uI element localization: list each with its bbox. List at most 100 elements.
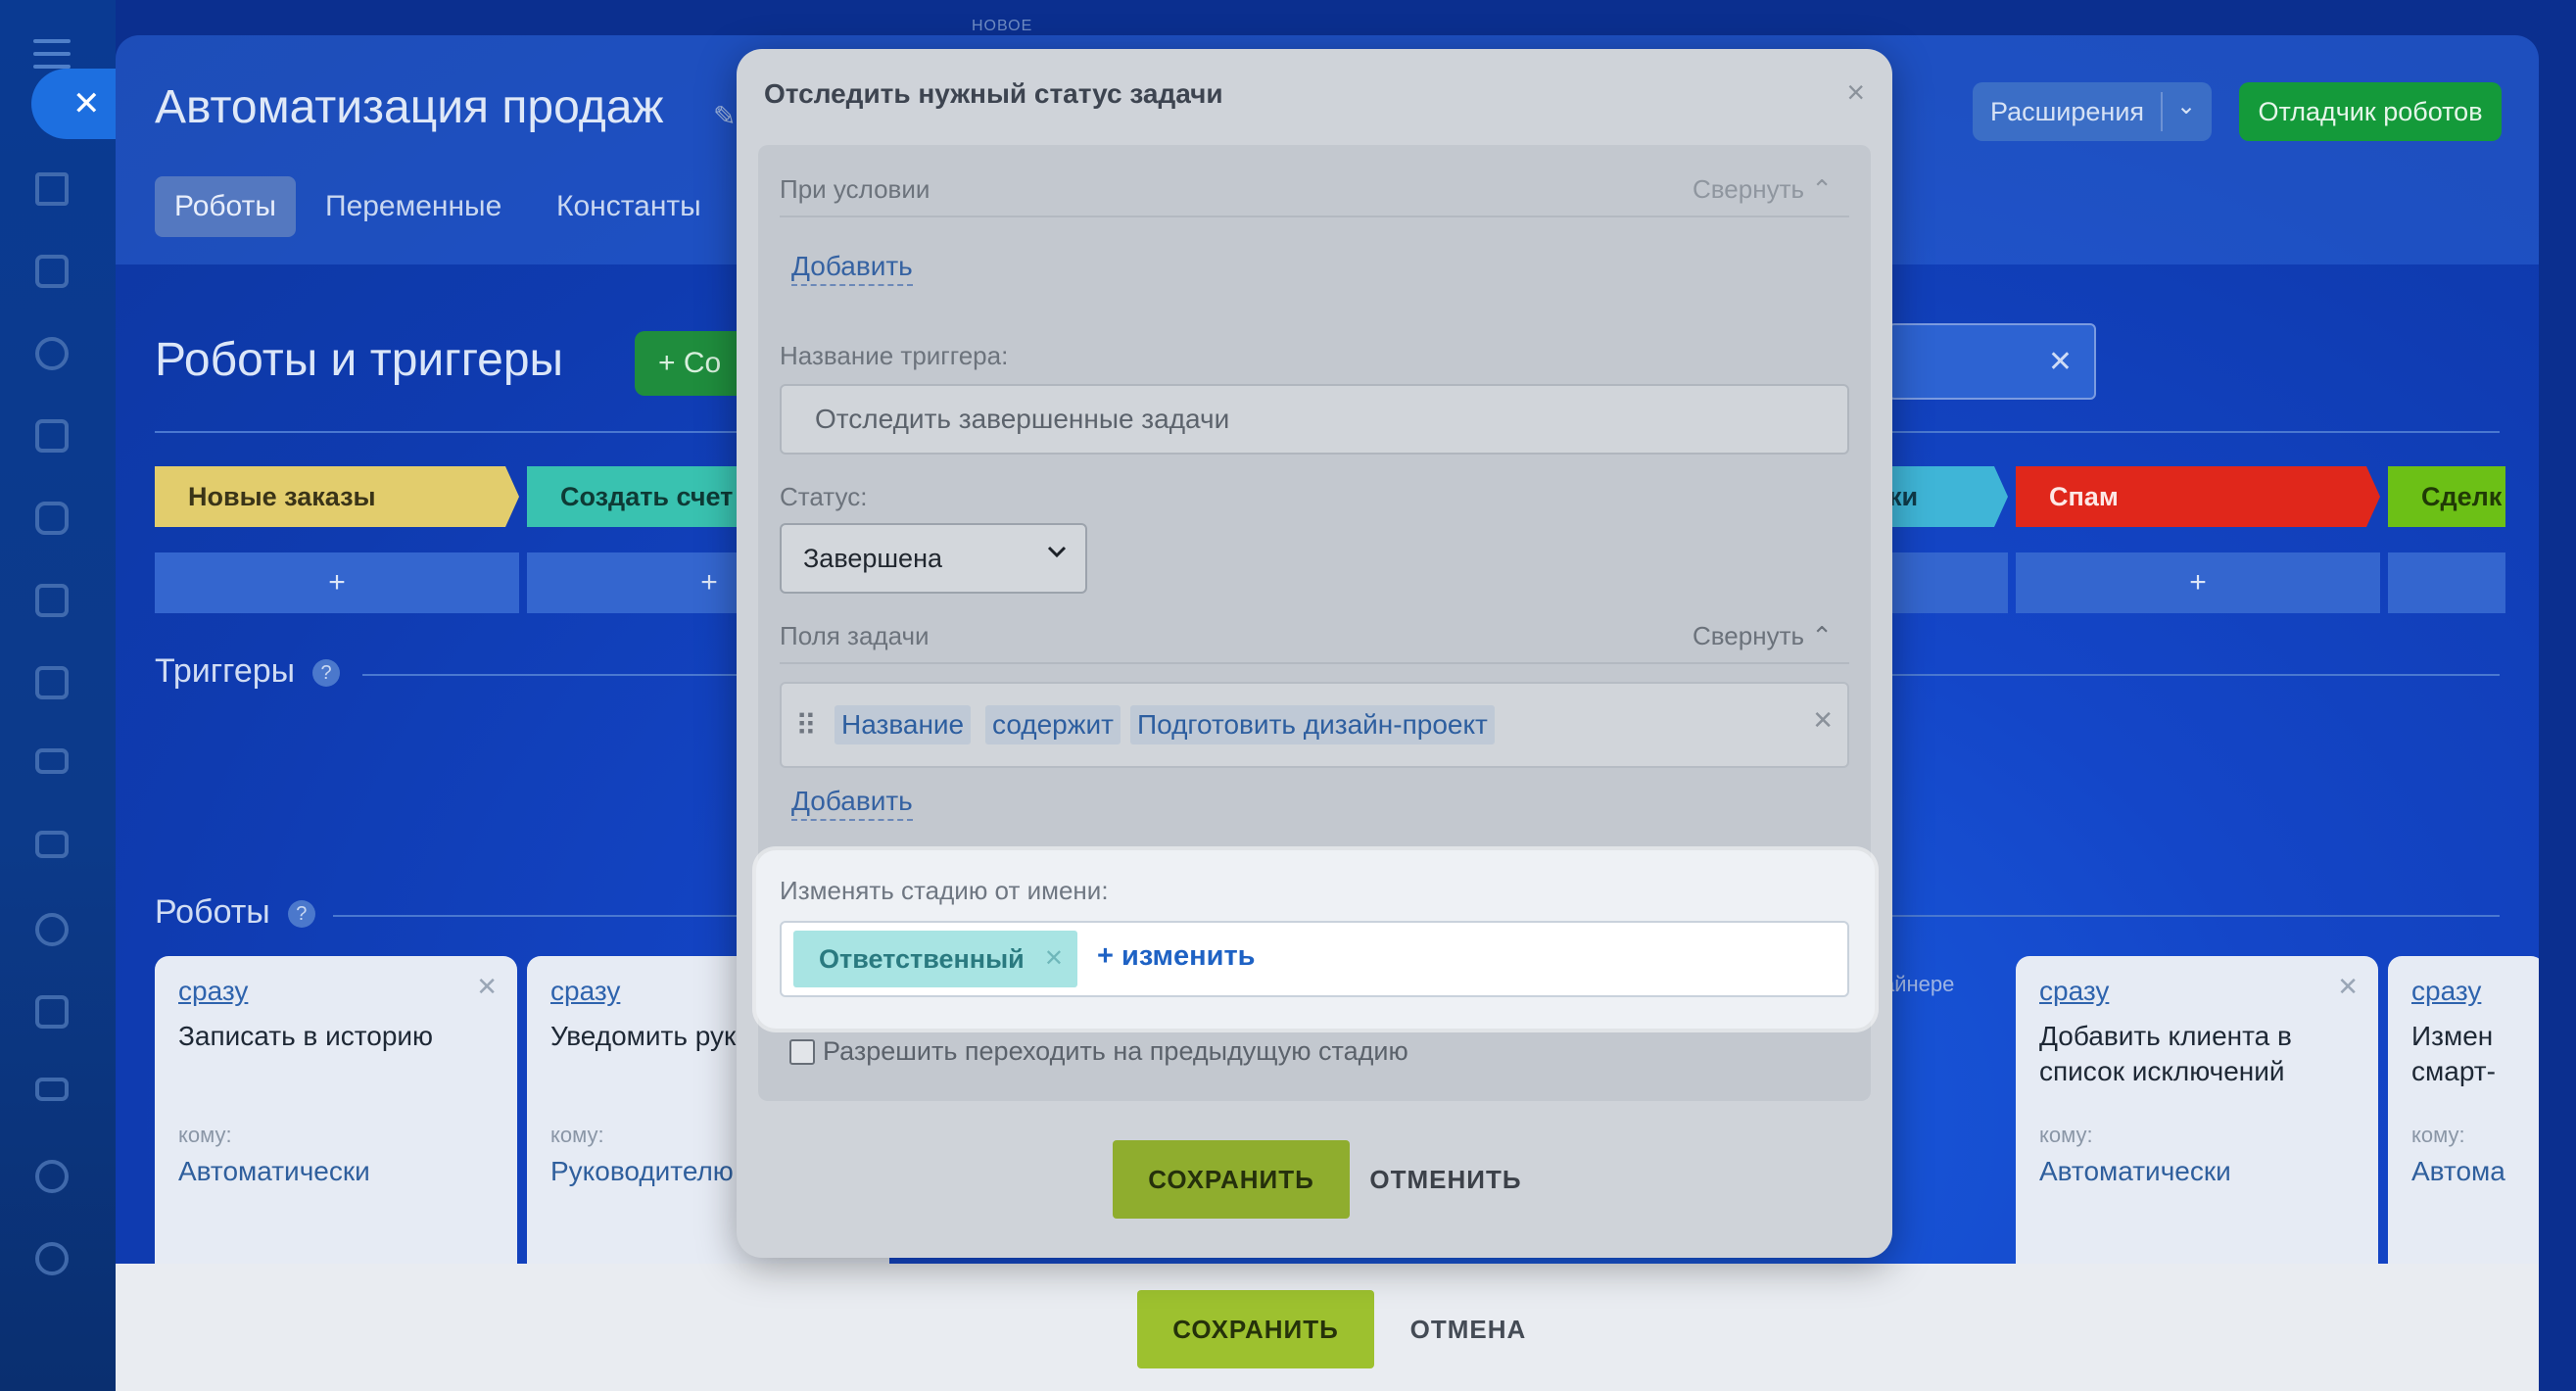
stage-label: ки xyxy=(1888,481,1919,511)
robots-title: Роботы xyxy=(155,893,270,931)
responsible-chip[interactable]: Ответственный ✕ xyxy=(793,931,1077,987)
clear-icon[interactable]: ✕ xyxy=(2048,345,2073,379)
trigger-name-input[interactable]: Отследить завершенные задачи xyxy=(780,384,1849,455)
stage-label: Новые заказы xyxy=(188,481,376,511)
documents-icon[interactable] xyxy=(35,666,69,699)
home-icon[interactable] xyxy=(35,172,69,206)
collapse-label: Свернуть xyxy=(1693,174,1805,204)
sites-icon[interactable] xyxy=(35,748,69,774)
add-trigger-button[interactable]: + xyxy=(155,552,519,613)
stage-label: Спам xyxy=(2049,481,2119,511)
condition-value[interactable]: Подготовить дизайн-проект xyxy=(1130,705,1495,744)
help-icon[interactable]: ? xyxy=(312,659,341,688)
trigger-name-label: Название триггера: xyxy=(780,341,1009,370)
tasks-icon[interactable] xyxy=(35,255,69,288)
robot-timing[interactable]: сразу xyxy=(178,976,248,1007)
page-title: Автоматизация продаж xyxy=(155,81,664,133)
section-title: Роботы и триггеры xyxy=(155,334,564,386)
allow-previous-stage-checkbox[interactable] xyxy=(789,1038,815,1065)
robot-timing[interactable]: сразу xyxy=(550,976,620,1007)
author-picker[interactable]: Ответственный ✕ + изменить xyxy=(780,921,1849,997)
remove-chip-icon[interactable]: ✕ xyxy=(1044,944,1064,973)
filter-input[interactable]: ✕ xyxy=(1888,323,2096,400)
robot-recipient: Автома xyxy=(2411,1156,2505,1186)
robot-recipient-label: кому: xyxy=(2411,1123,2465,1147)
extensions-button[interactable]: Расширения ⌄ xyxy=(1973,82,2212,141)
close-icon: ✕ xyxy=(72,85,101,122)
chevron-down-icon[interactable]: ⌄ xyxy=(2176,92,2196,120)
close-icon[interactable]: ✕ xyxy=(2337,972,2359,1002)
status-value: Завершена xyxy=(803,543,943,573)
dialog-cancel-button[interactable]: ОТМЕНИТЬ xyxy=(1367,1140,1524,1219)
dialog-title: Отследить нужный статус задачи xyxy=(764,78,1223,109)
close-icon[interactable]: ✕ xyxy=(476,972,498,1002)
robot-timing[interactable]: сразу xyxy=(2039,976,2109,1007)
robot-recipient: Автоматически xyxy=(2039,1156,2231,1186)
status-select[interactable]: Завершена xyxy=(780,523,1087,594)
robot-timing[interactable]: сразу xyxy=(2411,976,2481,1007)
automation-icon[interactable] xyxy=(35,1160,69,1193)
collapse-label: Свернуть xyxy=(1693,621,1805,650)
feed-icon[interactable] xyxy=(35,419,69,453)
drag-handle-icon[interactable]: ⠿ xyxy=(795,709,817,743)
stage-change-author-label: Изменять стадию от имени: xyxy=(780,876,1109,905)
responsible-label: Ответственный xyxy=(819,943,1025,974)
stage-deal[interactable]: Сделк xyxy=(2388,466,2505,527)
collapse-condition-button[interactable]: Свернуть ⌃ xyxy=(1693,174,1833,205)
triggers-heading: Триггеры? xyxy=(155,652,341,691)
extensions-label: Расширения xyxy=(1990,96,2145,126)
robot-debugger-button[interactable]: Отладчик роботов xyxy=(2239,82,2502,141)
stage-spam[interactable]: Спам xyxy=(2016,466,2380,527)
help-icon[interactable]: ? xyxy=(287,900,315,929)
status-label: Статус: xyxy=(780,482,868,511)
remove-condition-icon[interactable]: ✕ xyxy=(1812,705,1834,736)
crm-icon[interactable] xyxy=(35,337,69,370)
trigger-settings-dialog: Отследить нужный статус задачи × xyxy=(737,49,1892,1258)
stage-label: Сделк xyxy=(2421,481,2503,511)
add-trigger-button[interactable]: + xyxy=(2016,552,2380,613)
robot-name: Записать в историю xyxy=(178,1021,434,1051)
stage-label: Создать счет xyxy=(560,481,734,511)
robot-recipient: Руководителю xyxy=(550,1156,734,1186)
settings-icon[interactable] xyxy=(35,1242,69,1275)
add-trigger-button[interactable] xyxy=(2388,552,2505,613)
task-fields-label: Поля задачи xyxy=(780,621,930,650)
change-author-link[interactable]: + изменить xyxy=(1097,940,1255,973)
field-condition-row[interactable]: ⠿ Название содержит Подготовить дизайн-п… xyxy=(780,682,1849,768)
save-button[interactable]: СОХРАНИТЬ xyxy=(1137,1290,1374,1368)
pin-icon[interactable]: ✎ xyxy=(713,100,736,132)
close-icon[interactable]: × xyxy=(1846,74,1865,111)
add-field-link[interactable]: Добавить xyxy=(791,786,913,821)
divider xyxy=(780,662,1849,664)
mail-icon[interactable] xyxy=(35,831,69,858)
collapse-fields-button[interactable]: Свернуть ⌃ xyxy=(1693,621,1833,651)
left-nav-rail: ✕ xyxy=(0,0,153,1391)
calendar-icon[interactable] xyxy=(35,584,69,617)
menu-icon[interactable] xyxy=(33,39,71,69)
condition-label: При условии xyxy=(780,174,930,204)
stage-change-author-section: Изменять стадию от имени: Ответственный … xyxy=(756,850,1875,1029)
divider xyxy=(780,216,1849,217)
allow-previous-stage-label[interactable]: Разрешить переходить на предыдущую стади… xyxy=(823,1036,1408,1067)
filter-icon[interactable] xyxy=(35,1078,69,1101)
chevron-up-icon: ⌃ xyxy=(1811,174,1834,204)
robot-container-label: айнере xyxy=(1883,972,1955,996)
tab-variables[interactable]: Переменные xyxy=(306,176,521,237)
sign-icon[interactable] xyxy=(35,995,69,1029)
stage-new-orders[interactable]: Новые заказы xyxy=(155,466,519,527)
contacts-icon[interactable] xyxy=(35,913,69,946)
chevron-down-icon xyxy=(1047,546,1067,558)
tab-constants[interactable]: Константы xyxy=(537,176,721,237)
chat-icon[interactable] xyxy=(35,502,69,535)
dialog-save-button[interactable]: СОХРАНИТЬ xyxy=(1113,1140,1350,1219)
divider xyxy=(2161,92,2163,131)
tab-robots[interactable]: Роботы xyxy=(155,176,296,237)
robot-name: Измен смарт- xyxy=(2411,1021,2496,1086)
condition-operator[interactable]: содержит xyxy=(985,705,1121,744)
new-badge: НОВОЕ xyxy=(972,18,1033,34)
cancel-button[interactable]: ОТМЕНА xyxy=(1405,1290,1532,1368)
add-condition-link[interactable]: Добавить xyxy=(791,251,913,286)
robot-recipient-label: кому: xyxy=(178,1123,232,1147)
condition-field[interactable]: Название xyxy=(835,705,972,744)
chevron-up-icon: ⌃ xyxy=(1811,621,1834,650)
